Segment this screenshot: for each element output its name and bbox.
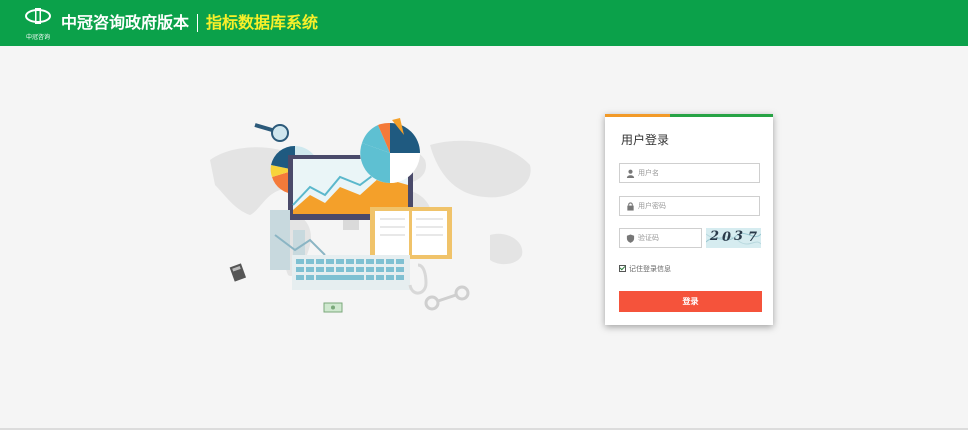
- data-analysis-illustration: [210, 118, 531, 313]
- connector-circles: [424, 285, 470, 311]
- login-title: 用户登录: [621, 133, 670, 147]
- username-field[interactable]: [619, 163, 760, 183]
- card-accent-bar: [605, 114, 773, 117]
- login-button[interactable]: 登录: [619, 291, 762, 312]
- calculator-icon: [229, 263, 247, 282]
- captcha-image[interactable]: 2 0 3 7: [706, 228, 761, 248]
- top-header: 中冠咨询 中冠咨询政府版本 指标数据库系统: [0, 0, 968, 46]
- captcha-digit: 2: [710, 229, 720, 244]
- lock-icon: [627, 202, 634, 211]
- company-logo: 中冠咨询: [24, 7, 52, 41]
- logo-caption: 中冠咨询: [25, 34, 50, 41]
- captcha-digit: 7: [748, 230, 758, 245]
- magnifier-icon: [254, 123, 289, 142]
- remember-checkbox[interactable]: [619, 265, 626, 272]
- password-input[interactable]: [638, 197, 756, 215]
- brand-title: 中冠咨询政府版本 指标数据库系统: [61, 10, 318, 36]
- keyboard-illustration: [292, 255, 410, 290]
- username-input[interactable]: [638, 164, 756, 182]
- captcha-field[interactable]: [619, 228, 702, 248]
- captcha-digit: 3: [734, 229, 744, 244]
- logo-icon: [25, 8, 51, 24]
- captcha-input[interactable]: [638, 229, 698, 247]
- user-icon: [626, 169, 635, 178]
- captcha-digit: 0: [722, 230, 732, 245]
- login-panel: 用户登录 2 0 3 7 记住登录信息 登录: [605, 114, 773, 325]
- pie-chart-top: [360, 118, 420, 183]
- brand-name: 中冠咨询政府版本: [61, 13, 190, 32]
- card-accent-green: [670, 114, 773, 117]
- remember-label: 记住登录信息: [629, 265, 671, 273]
- book-illustration: [370, 207, 452, 259]
- mouse-cable: [408, 263, 428, 295]
- brand-divider: [197, 13, 199, 32]
- card-accent-orange: [605, 114, 670, 117]
- system-name: 指标数据库系统: [206, 13, 319, 32]
- money-icon: [323, 302, 343, 313]
- shield-icon: [626, 234, 635, 243]
- password-field[interactable]: [619, 196, 760, 216]
